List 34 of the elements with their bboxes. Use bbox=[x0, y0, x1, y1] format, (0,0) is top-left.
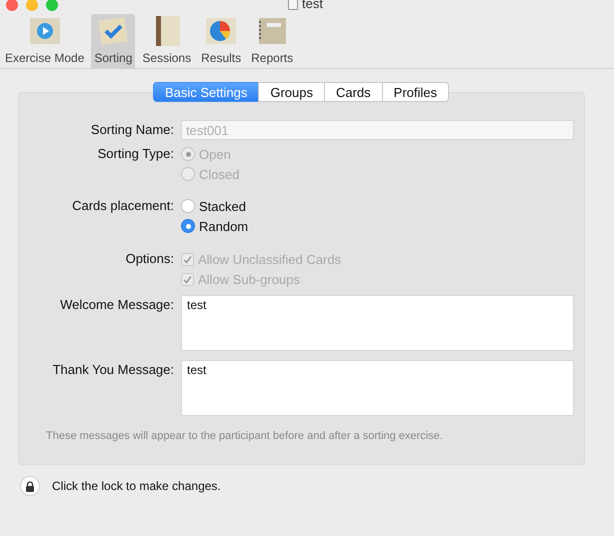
lock-hint: Click the lock to make changes. bbox=[52, 479, 221, 493]
help-text: These messages will appear to the participant before and after a sorting exercise. bbox=[45, 430, 444, 442]
toolbar-item[interactable]: Sorting bbox=[91, 14, 136, 68]
radio-button[interactable] bbox=[181, 219, 195, 233]
radio-label: Stacked bbox=[199, 198, 246, 214]
zoom-button[interactable] bbox=[46, 0, 58, 11]
minimize-button[interactable] bbox=[26, 0, 38, 11]
lock-button[interactable] bbox=[20, 476, 40, 496]
welcome-message-field[interactable]: test bbox=[181, 295, 574, 351]
tab[interactable]: Groups bbox=[258, 82, 325, 102]
thank-you-message-field[interactable]: test bbox=[181, 360, 574, 416]
field-label: Sorting Type: bbox=[96, 145, 174, 163]
pie-chart-icon bbox=[204, 15, 238, 47]
field-label: Options: bbox=[124, 250, 174, 268]
toolbar-item[interactable]: Exercise Mode bbox=[2, 14, 88, 68]
toolbar-item[interactable]: Sessions bbox=[139, 14, 194, 68]
toolbar-item[interactable]: Reports bbox=[248, 14, 296, 68]
checkbox-label: Allow Unclassified Cards bbox=[198, 252, 342, 266]
radio-button[interactable] bbox=[181, 199, 195, 213]
lock-icon bbox=[25, 480, 35, 492]
field-label: Sorting Name: bbox=[90, 121, 174, 139]
radio-label: Open bbox=[199, 146, 231, 162]
tab[interactable]: Cards bbox=[324, 82, 383, 102]
field-label: Thank You Message: bbox=[52, 361, 174, 379]
radio-label: Random bbox=[199, 218, 248, 234]
tab[interactable]: Profiles bbox=[382, 82, 450, 102]
play-icon bbox=[28, 15, 62, 47]
close-button[interactable] bbox=[6, 0, 18, 11]
field-label: Cards placement: bbox=[71, 197, 174, 215]
field-label: Welcome Message: bbox=[59, 296, 174, 314]
toolbar-item[interactable]: Results bbox=[198, 14, 244, 68]
checkmark-icon bbox=[96, 15, 130, 47]
radio-label: Closed bbox=[199, 166, 240, 182]
checkbox-label: Allow Sub-groups bbox=[198, 272, 300, 286]
